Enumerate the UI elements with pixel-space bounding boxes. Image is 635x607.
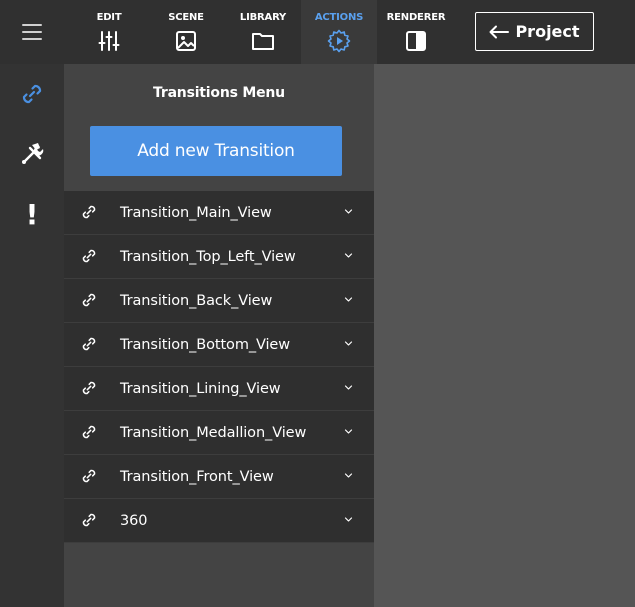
nav-actions[interactable]: ACTIONS	[301, 0, 377, 64]
exclamation-icon: !	[25, 197, 39, 231]
transition-name: Transition_Front_View	[120, 468, 274, 485]
transition-name: Transition_Main_View	[120, 204, 272, 221]
folder-icon	[252, 33, 274, 50]
rail-item-tools[interactable]	[0, 124, 64, 184]
transition-row[interactable]: Transition_Back_View	[64, 279, 374, 323]
sliders-icon	[98, 31, 120, 51]
nav-scene[interactable]: SCENE	[160, 0, 212, 64]
chevron-down-icon[interactable]	[344, 340, 353, 347]
transition-list: Transition_Main_View Transition_Top_Left_…	[64, 191, 374, 543]
transition-row[interactable]: Transition_Front_View	[64, 455, 374, 499]
link-icon	[22, 84, 42, 104]
transition-name: Transition_Back_View	[120, 292, 273, 309]
transition-name: Transition_Bottom_View	[120, 336, 291, 353]
transition-row[interactable]: Transition_Main_View	[64, 191, 374, 235]
arrow-left-icon	[489, 25, 510, 38]
tools-icon	[22, 143, 44, 164]
transition-row[interactable]: Transition_Lining_View	[64, 367, 374, 411]
image-icon	[176, 31, 196, 51]
nav-renderer[interactable]: RENDERER	[384, 0, 448, 64]
nav-edit-label: EDIT	[96, 12, 122, 23]
add-transition-button[interactable]: Add new Transition	[90, 126, 342, 176]
link-icon	[82, 425, 96, 439]
nav-actions-label: ACTIONS	[314, 12, 364, 23]
transition-name: Transition_Lining_View	[120, 380, 281, 397]
transitions-panel: Transitions Menu Add new Transition Tran…	[64, 64, 374, 607]
transition-name: Transition_Medallion_View	[120, 424, 307, 441]
chevron-down-icon[interactable]	[344, 516, 353, 523]
nav-edit[interactable]: EDIT	[86, 0, 132, 64]
transition-row[interactable]: Transition_Bottom_View	[64, 323, 374, 367]
transition-name: 360	[120, 512, 148, 529]
link-icon	[82, 381, 96, 395]
link-icon	[82, 293, 96, 307]
chevron-down-icon[interactable]	[344, 296, 353, 303]
nav-library[interactable]: LIBRARY	[234, 0, 292, 64]
transition-row[interactable]: Transition_Medallion_View	[64, 411, 374, 455]
nav-scene-label: SCENE	[168, 12, 204, 23]
hamburger-icon[interactable]	[0, 0, 64, 64]
panel-title: Transitions Menu	[153, 85, 285, 101]
left-rail: !	[0, 64, 64, 607]
link-icon	[82, 337, 96, 351]
nav-library-label: LIBRARY	[239, 12, 287, 23]
project-button-label: Project	[515, 22, 580, 41]
play-gear-icon	[327, 29, 351, 53]
half-square-icon	[406, 31, 426, 51]
transition-row[interactable]: 360	[64, 499, 374, 543]
chevron-down-icon[interactable]	[344, 472, 353, 479]
chevron-down-icon[interactable]	[344, 208, 353, 215]
link-icon	[82, 249, 96, 263]
viewport-canvas[interactable]	[374, 64, 635, 607]
link-icon	[82, 513, 96, 527]
transition-row[interactable]: Transition_Top_Left_View	[64, 235, 374, 279]
link-icon	[82, 205, 96, 219]
chevron-down-icon[interactable]	[344, 384, 353, 391]
project-button[interactable]: Project	[475, 12, 594, 51]
transition-name: Transition_Top_Left_View	[120, 248, 296, 265]
top-toolbar: EDIT SCENE LIBRARY ACTIONS RENDERER Proj…	[0, 0, 635, 64]
link-icon	[82, 469, 96, 483]
nav-renderer-label: RENDERER	[386, 12, 446, 23]
chevron-down-icon[interactable]	[344, 252, 353, 259]
chevron-down-icon[interactable]	[344, 428, 353, 435]
rail-item-alerts[interactable]: !	[0, 184, 64, 244]
rail-item-transitions[interactable]	[0, 64, 64, 124]
